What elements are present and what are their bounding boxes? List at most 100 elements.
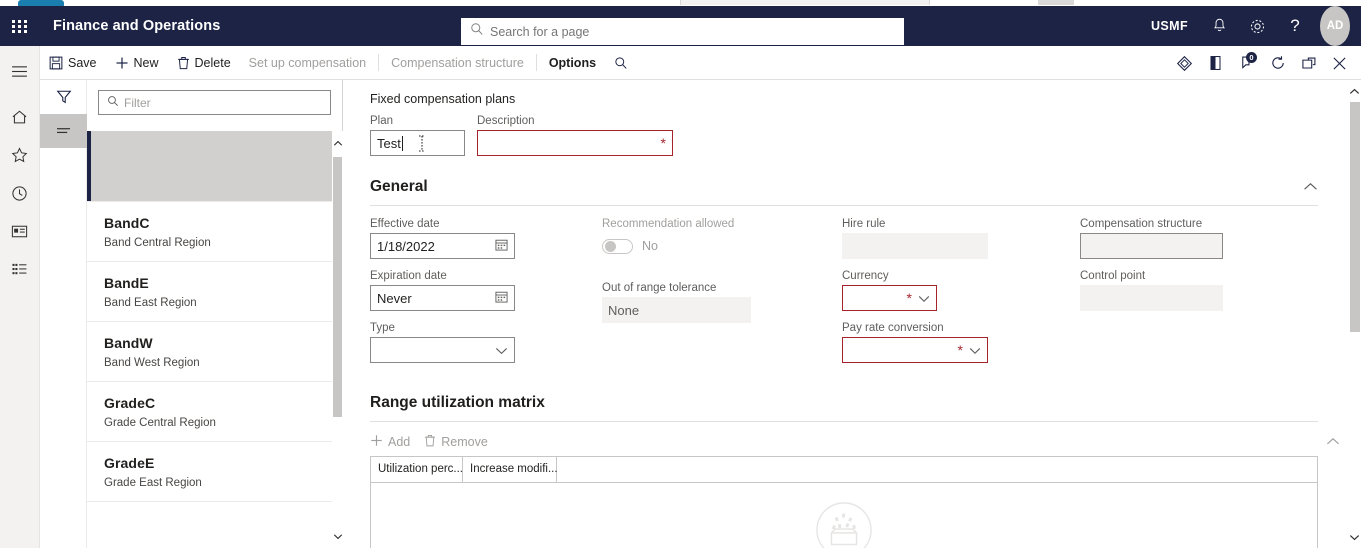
chevron-down-icon[interactable] xyxy=(332,524,343,548)
pay-rate-conversion-dropdown[interactable]: * xyxy=(842,337,988,363)
calendar-icon[interactable] xyxy=(495,238,508,254)
options-label: Options xyxy=(548,55,597,70)
chevron-up-icon[interactable] xyxy=(1326,433,1340,451)
matrix-section: Range utilization matrix xyxy=(344,394,1340,422)
chevron-down-icon[interactable] xyxy=(918,291,930,306)
currency-field: Currency * xyxy=(842,270,1068,311)
pay-rate-conversion-field: Pay rate conversion * xyxy=(842,322,1068,363)
home-icon[interactable] xyxy=(0,98,40,136)
chevron-down-icon[interactable] xyxy=(1348,526,1361,548)
help-question-icon[interactable]: ? xyxy=(1276,6,1314,46)
matrix-toolbar: Add Remove xyxy=(344,428,1340,456)
delete-button[interactable]: Delete xyxy=(168,46,240,80)
save-button[interactable]: Save xyxy=(40,46,106,80)
general-section-header[interactable]: General xyxy=(370,178,1318,206)
pay-rate-conversion-label: Pay rate conversion xyxy=(842,322,944,334)
list-item[interactable]: BandC Band Central Region xyxy=(87,202,343,262)
list-item-subtitle: Band West Region xyxy=(104,357,200,369)
main-scrollbar[interactable] xyxy=(1348,80,1361,548)
recommendation-allowed-toggle[interactable]: No xyxy=(602,233,830,259)
notifications-icon[interactable]: 0 xyxy=(1231,46,1262,80)
type-dropdown[interactable] xyxy=(370,337,515,363)
hire-rule-value-box xyxy=(842,233,988,259)
matrix-section-header[interactable]: Range utilization matrix xyxy=(370,394,1318,422)
top-nav-right-group: USMF ? AD xyxy=(1139,6,1361,46)
hamburger-menu-icon[interactable] xyxy=(0,52,40,90)
general-column-4: Compensation structure Control point xyxy=(1080,218,1280,374)
control-point-value-box xyxy=(1080,285,1223,311)
hire-rule-label: Hire rule xyxy=(842,218,886,230)
compensation-structure-input[interactable] xyxy=(1080,233,1223,259)
recent-clock-icon[interactable] xyxy=(0,174,40,212)
setup-compensation-tab[interactable]: Set up compensation xyxy=(240,46,375,80)
currency-dropdown[interactable]: * xyxy=(842,285,937,311)
effective-date-input[interactable]: 1/18/2022 xyxy=(370,233,515,259)
list-panel-rail xyxy=(40,80,87,548)
settings-gear-icon[interactable] xyxy=(1238,6,1276,46)
browser-tab-inactive[interactable] xyxy=(680,0,930,5)
list-scrollbar-thumb[interactable] xyxy=(333,157,342,417)
notifications-bell-icon[interactable] xyxy=(1200,6,1238,46)
currency-label: Currency xyxy=(842,270,889,282)
list-item[interactable]: BandW Band West Region xyxy=(87,322,343,382)
new-button[interactable]: New xyxy=(106,46,168,80)
personalize-diamond-icon[interactable] xyxy=(1169,46,1200,80)
plus-icon xyxy=(370,434,383,450)
effective-date-value: 1/18/2022 xyxy=(377,238,435,254)
browser-window-control[interactable] xyxy=(1038,0,1074,5)
general-column-1: Effective date 1/18/2022 Expiration date… xyxy=(370,218,602,374)
workspaces-icon[interactable] xyxy=(0,212,40,250)
chevron-up-icon[interactable] xyxy=(332,131,343,155)
toggle-switch[interactable] xyxy=(602,238,633,254)
options-tab[interactable]: Options xyxy=(540,46,605,80)
description-input[interactable]: * xyxy=(477,130,673,156)
attachments-icon[interactable] xyxy=(1200,46,1231,80)
expiration-date-label: Expiration date xyxy=(370,270,447,282)
favorites-star-icon[interactable] xyxy=(0,136,40,174)
list-item[interactable]: GradeE Grade East Region xyxy=(87,442,343,502)
filter-funnel-icon[interactable] xyxy=(40,80,87,114)
matrix-column-header[interactable]: Utilization perc... xyxy=(371,457,463,482)
records-list-panel: Filter BandC Band Central Region BandE B… xyxy=(87,80,343,548)
filter-input[interactable]: Filter xyxy=(98,90,331,115)
filter-placeholder: Filter xyxy=(124,95,151,110)
hire-rule-field: Hire rule xyxy=(842,218,1068,259)
action-pane-divider xyxy=(378,54,380,71)
expiration-date-input[interactable]: Never xyxy=(370,285,515,311)
global-search-input[interactable]: Search for a page xyxy=(461,18,904,45)
out-of-range-tolerance-value-box: None xyxy=(602,297,751,323)
app-launcher-icon[interactable] xyxy=(0,6,40,46)
action-search-button[interactable] xyxy=(605,46,642,80)
refresh-icon[interactable] xyxy=(1262,46,1293,80)
matrix-column-header[interactable]: Increase modifi... xyxy=(463,457,558,482)
matrix-remove-button[interactable]: Remove xyxy=(424,434,488,450)
search-icon xyxy=(470,22,484,41)
calendar-icon[interactable] xyxy=(495,290,508,306)
global-search-placeholder: Search for a page xyxy=(490,24,590,39)
text-caret xyxy=(401,135,403,151)
compensation-structure-label: Compensation structure xyxy=(1080,218,1203,230)
save-button-label: Save xyxy=(68,55,97,70)
close-icon[interactable] xyxy=(1324,46,1355,80)
matrix-add-button[interactable]: Add xyxy=(370,434,410,450)
form-body: Fixed compensation plans Plan Test Descr… xyxy=(344,80,1340,548)
list-scrollbar[interactable] xyxy=(332,131,343,548)
open-in-new-window-icon[interactable] xyxy=(1293,46,1324,80)
chevron-up-icon[interactable] xyxy=(1348,80,1361,102)
compensation-structure-tab[interactable]: Compensation structure xyxy=(382,46,533,80)
out-of-range-tolerance-field: Out of range tolerance None xyxy=(602,282,830,323)
chevron-up-icon[interactable] xyxy=(1303,178,1318,196)
list-item[interactable]: GradeC Grade Central Region xyxy=(87,382,343,442)
list-item[interactable]: BandE Band East Region xyxy=(87,262,343,322)
main-scrollbar-thumb[interactable] xyxy=(1350,102,1360,332)
list-item-subtitle: Grade Central Region xyxy=(104,417,216,429)
plan-input[interactable]: Test xyxy=(370,130,465,156)
chevron-down-icon[interactable] xyxy=(495,343,508,358)
list-view-toggle-icon[interactable] xyxy=(40,114,87,148)
chevron-down-icon[interactable] xyxy=(969,343,981,358)
company-selector[interactable]: USMF xyxy=(1139,6,1200,46)
user-avatar[interactable]: AD xyxy=(1320,6,1350,46)
modules-list-icon[interactable] xyxy=(0,250,40,288)
list-item[interactable] xyxy=(87,131,343,202)
general-column-3: Hire rule Currency * Pay rate conversion… xyxy=(842,218,1080,374)
